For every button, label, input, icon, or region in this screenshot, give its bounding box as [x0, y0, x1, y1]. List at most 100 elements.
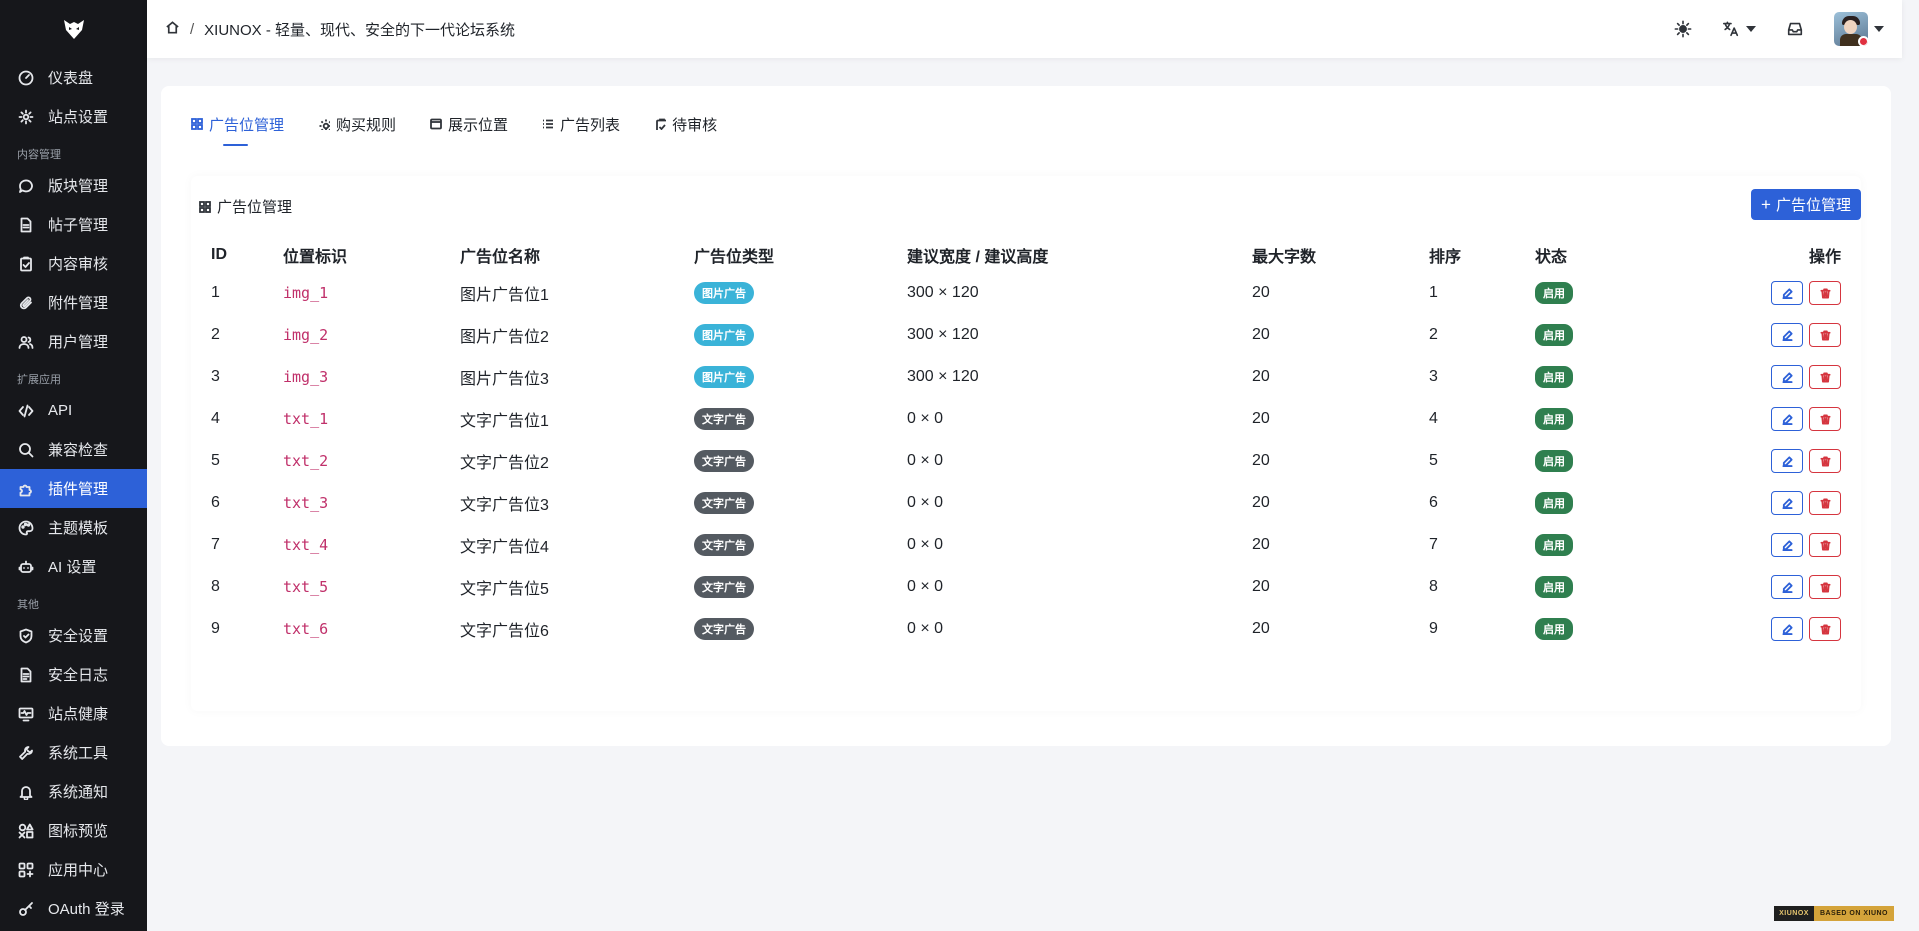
delete-button[interactable]	[1809, 449, 1841, 473]
header-actions	[1644, 0, 1884, 58]
cell-key: img_3	[283, 367, 329, 386]
delete-button[interactable]	[1809, 365, 1841, 389]
grid-icon	[191, 118, 209, 130]
column-header: 广告位类型	[694, 249, 775, 266]
edit-button[interactable]	[1771, 617, 1803, 641]
tab[interactable]: 待审核	[654, 108, 717, 140]
edit-icon	[1781, 371, 1793, 383]
edit-button[interactable]	[1771, 575, 1803, 599]
tab[interactable]: 购买规则	[318, 108, 396, 140]
sidebar-item[interactable]: 帖子管理	[0, 205, 147, 244]
edit-button[interactable]	[1771, 533, 1803, 557]
edit-icon	[1781, 623, 1793, 635]
delete-button[interactable]	[1809, 407, 1841, 431]
sidebar-item[interactable]: 仪表盘	[0, 58, 147, 97]
delete-button[interactable]	[1809, 533, 1841, 557]
delete-button[interactable]	[1809, 323, 1841, 347]
tab[interactable]: 展示位置	[430, 108, 508, 140]
edit-button[interactable]	[1771, 323, 1803, 347]
sidebar-item[interactable]: 应用中心	[0, 850, 147, 889]
cell-name: 图片广告位2	[460, 329, 549, 346]
column-header: 建议宽度 / 建议高度	[907, 249, 1049, 266]
delete-button[interactable]	[1809, 491, 1841, 515]
delete-button[interactable]	[1809, 575, 1841, 599]
bell-icon	[18, 784, 34, 800]
sidebar-item-label: 安全设置	[48, 628, 109, 645]
sidebar-item[interactable]: 安全设置	[0, 616, 147, 655]
tab[interactable]: 广告列表	[542, 108, 620, 140]
cell-name: 文字广告位3	[460, 497, 549, 514]
delete-button[interactable]	[1809, 617, 1841, 641]
cell-sort: 6	[1429, 494, 1438, 511]
sidebar-item[interactable]: AI 设置	[0, 547, 147, 586]
table-row: 8 txt_5 文字广告位5 文字广告 0 × 0 20 8 启用	[211, 566, 1841, 608]
sidebar-item[interactable]: 用户管理	[0, 322, 147, 361]
sidebar-item[interactable]: 系统通知	[0, 772, 147, 811]
cell-name: 图片广告位3	[460, 371, 549, 388]
theme-toggle-button[interactable]	[1674, 20, 1692, 38]
column-header: 操作	[1808, 249, 1841, 266]
plus-icon: +	[1761, 195, 1771, 214]
sidebar-item[interactable]: 主题模板	[0, 508, 147, 547]
home-icon[interactable]	[165, 20, 180, 39]
status-badge: 启用	[1535, 534, 1573, 556]
cell-size: 300 × 120	[907, 368, 979, 385]
sidebar-item[interactable]: 图标预览	[0, 811, 147, 850]
gear-icon	[18, 109, 34, 125]
sidebar-item[interactable]: 安全日志	[0, 655, 147, 694]
add-ad-slot-button[interactable]: + 广告位管理	[1751, 189, 1861, 220]
trash-icon	[1819, 497, 1831, 509]
document-icon	[18, 217, 34, 233]
cell-max-chars: 20	[1252, 578, 1270, 595]
sidebar-item[interactable]: 系统工具	[0, 733, 147, 772]
sidebar-item[interactable]: 附件管理	[0, 283, 147, 322]
language-button[interactable]	[1722, 20, 1756, 38]
delete-button[interactable]	[1809, 281, 1841, 305]
table-row: 6 txt_3 文字广告位3 文字广告 0 × 0 20 6 启用	[211, 482, 1841, 524]
status-badge: 启用	[1535, 282, 1573, 304]
cell-size: 0 × 0	[907, 494, 944, 511]
powered-by-badge[interactable]: XIUNOX BASED ON XIUNO	[1774, 906, 1894, 921]
chat-icon	[18, 178, 34, 194]
column-header: ID	[211, 246, 227, 263]
sidebar-item-label: 主题模板	[48, 520, 109, 537]
sidebar-item[interactable]: OAuth 登录	[0, 889, 147, 928]
edit-icon	[1781, 413, 1793, 425]
type-badge: 文字广告	[694, 450, 754, 472]
key-icon	[18, 901, 34, 917]
edit-button[interactable]	[1771, 281, 1803, 305]
sidebar-item[interactable]: 站点健康	[0, 694, 147, 733]
sidebar-item-label: 版块管理	[48, 178, 109, 195]
cell-key: txt_3	[283, 493, 329, 512]
tab[interactable]: 广告位管理	[191, 108, 284, 146]
cell-sort: 3	[1429, 368, 1438, 385]
edit-icon	[1781, 539, 1793, 551]
user-menu[interactable]	[1834, 12, 1884, 46]
cell-size: 0 × 0	[907, 410, 944, 427]
gear-icon	[318, 118, 336, 130]
edit-button[interactable]	[1771, 407, 1803, 431]
sidebar-item[interactable]: 兼容检查	[0, 430, 147, 469]
table-row: 1 img_1 图片广告位1 图片广告 300 × 120 20 1 启用	[211, 272, 1841, 314]
sidebar-item[interactable]: API	[0, 391, 147, 430]
cell-id: 5	[211, 452, 220, 469]
list-icon	[542, 118, 560, 130]
edit-button[interactable]	[1771, 491, 1803, 515]
sidebar-item-label: 站点健康	[48, 706, 109, 723]
type-badge: 图片广告	[694, 282, 754, 304]
edit-button[interactable]	[1771, 449, 1803, 473]
sidebar-item[interactable]: 内容审核	[0, 244, 147, 283]
sidebar-item-label: 应用中心	[48, 862, 109, 879]
sidebar-item-label: 帖子管理	[48, 217, 109, 234]
sidebar-item-label: 仪表盘	[48, 70, 94, 87]
cell-sort: 7	[1429, 536, 1438, 553]
inbox-button[interactable]	[1786, 20, 1804, 38]
sidebar-item[interactable]: 插件管理	[0, 469, 147, 508]
cell-id: 2	[211, 326, 220, 343]
edit-button[interactable]	[1771, 365, 1803, 389]
breadcrumb: / XIUNOX - 轻量、现代、安全的下一代论坛系统	[165, 19, 515, 40]
app-logo[interactable]	[0, 0, 147, 58]
sidebar-item[interactable]: 站点设置	[0, 97, 147, 136]
type-badge: 图片广告	[694, 324, 754, 346]
sidebar-item[interactable]: 版块管理	[0, 166, 147, 205]
